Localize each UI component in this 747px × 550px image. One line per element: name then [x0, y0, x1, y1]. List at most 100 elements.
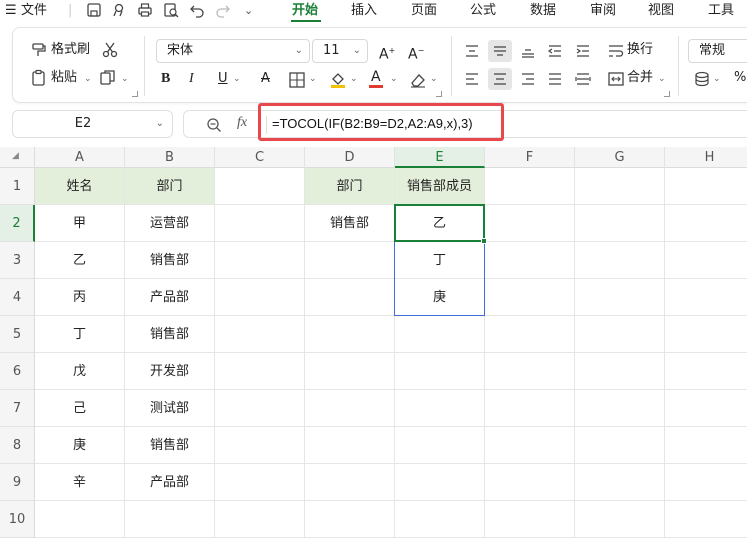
name-box[interactable]: E2 ⌄: [12, 110, 173, 138]
increase-indent-icon[interactable]: [574, 42, 592, 60]
format-painter-button[interactable]: 格式刷: [51, 39, 90, 61]
clear-format-icon[interactable]: [409, 71, 427, 89]
currency-icon[interactable]: [693, 70, 711, 88]
share-icon[interactable]: [111, 2, 127, 18]
redo-icon[interactable]: [215, 2, 231, 18]
cell-a8[interactable]: 庚: [35, 427, 125, 464]
cell-b4[interactable]: 产品部: [125, 279, 215, 316]
cell-h4[interactable]: [665, 279, 747, 316]
cell-f6[interactable]: [485, 353, 575, 390]
cell-e6[interactable]: [395, 353, 485, 390]
undo-icon[interactable]: [189, 2, 205, 18]
cell-e2[interactable]: 乙: [395, 205, 485, 242]
cell-f4[interactable]: [485, 279, 575, 316]
save-icon[interactable]: [86, 2, 102, 18]
cell-c7[interactable]: [215, 390, 305, 427]
cell-d8[interactable]: [305, 427, 395, 464]
merge-chevron-icon[interactable]: ⌄: [658, 68, 666, 90]
cell-a7[interactable]: 己: [35, 390, 125, 427]
cell-g3[interactable]: [575, 242, 665, 279]
currency-chevron-icon[interactable]: ⌄: [713, 68, 721, 90]
hamburger-icon[interactable]: ☰: [5, 1, 17, 21]
row-header-2[interactable]: 2: [0, 205, 35, 242]
align-top-icon[interactable]: [463, 42, 481, 60]
cell-c3[interactable]: [215, 242, 305, 279]
cell-g9[interactable]: [575, 464, 665, 501]
distributed-align-icon[interactable]: [574, 70, 592, 88]
copy-icon[interactable]: [99, 69, 117, 87]
row-header-6[interactable]: 6: [0, 353, 35, 390]
cell-f5[interactable]: [485, 316, 575, 353]
cell-f2[interactable]: [485, 205, 575, 242]
cell-b3[interactable]: 销售部: [125, 242, 215, 279]
row-header-8[interactable]: 8: [0, 427, 35, 464]
row-header-1[interactable]: 1: [0, 168, 35, 205]
cell-c4[interactable]: [215, 279, 305, 316]
fill-color-chevron-icon[interactable]: ⌄: [350, 68, 358, 90]
cell-g2[interactable]: [575, 205, 665, 242]
cell-c1[interactable]: [215, 168, 305, 205]
borders-chevron-icon[interactable]: ⌄: [309, 68, 317, 90]
cell-a6[interactable]: 戊: [35, 353, 125, 390]
cell-c6[interactable]: [215, 353, 305, 390]
cell-d4[interactable]: [305, 279, 395, 316]
row-header-4[interactable]: 4: [0, 279, 35, 316]
percent-button[interactable]: %: [734, 67, 746, 89]
row-header-9[interactable]: 9: [0, 464, 35, 501]
cell-b10[interactable]: [125, 501, 215, 538]
paste-dropdown-chevron-icon[interactable]: ⌄: [84, 68, 92, 90]
cell-g6[interactable]: [575, 353, 665, 390]
cell-g4[interactable]: [575, 279, 665, 316]
cell-e4[interactable]: 庚: [395, 279, 485, 316]
bold-icon[interactable]: B: [161, 68, 170, 90]
clear-format-chevron-icon[interactable]: ⌄: [430, 68, 438, 90]
file-menu[interactable]: 文件: [21, 1, 47, 21]
cell-f9[interactable]: [485, 464, 575, 501]
row-header-5[interactable]: 5: [0, 316, 35, 353]
strikethrough-icon[interactable]: A: [261, 68, 270, 90]
cell-d5[interactable]: [305, 316, 395, 353]
more-chevron-icon[interactable]: ⌄: [244, 1, 253, 21]
tab-home[interactable]: 开始: [292, 1, 318, 21]
cell-e3[interactable]: 丁: [395, 242, 485, 279]
align-right-icon[interactable]: [519, 70, 537, 88]
font-name-select[interactable]: 宋体 ⌄: [156, 39, 310, 63]
number-format-select[interactable]: 常规: [688, 39, 747, 63]
cell-c10[interactable]: [215, 501, 305, 538]
cell-d6[interactable]: [305, 353, 395, 390]
cell-d1[interactable]: 部门: [305, 168, 395, 205]
cell-g7[interactable]: [575, 390, 665, 427]
underline-icon[interactable]: U: [218, 68, 228, 90]
cell-f1[interactable]: [485, 168, 575, 205]
cell-a3[interactable]: 乙: [35, 242, 125, 279]
alignment-group-expand-icon[interactable]: [664, 91, 670, 97]
column-header-b[interactable]: B: [125, 147, 215, 168]
cell-e1[interactable]: 销售部成员: [395, 168, 485, 205]
cell-f3[interactable]: [485, 242, 575, 279]
cell-g5[interactable]: [575, 316, 665, 353]
font-group-expand-icon[interactable]: [436, 91, 442, 97]
cell-e8[interactable]: [395, 427, 485, 464]
paste-button[interactable]: 粘贴: [51, 67, 77, 89]
fx-icon[interactable]: fx: [237, 115, 247, 131]
justify-icon[interactable]: [546, 70, 564, 88]
cell-b1[interactable]: 部门: [125, 168, 215, 205]
cell-c8[interactable]: [215, 427, 305, 464]
decrease-font-icon[interactable]: A−: [408, 40, 424, 63]
cell-a5[interactable]: 丁: [35, 316, 125, 353]
cut-icon[interactable]: [101, 41, 119, 59]
column-header-e[interactable]: E: [395, 147, 485, 168]
column-header-g[interactable]: G: [575, 147, 665, 168]
cell-b8[interactable]: 销售部: [125, 427, 215, 464]
cell-e10[interactable]: [395, 501, 485, 538]
cell-f8[interactable]: [485, 427, 575, 464]
cell-a10[interactable]: [35, 501, 125, 538]
cell-h5[interactable]: [665, 316, 747, 353]
italic-icon[interactable]: I: [189, 68, 194, 90]
cell-d2[interactable]: 销售部: [305, 205, 395, 242]
font-color-chevron-icon[interactable]: ⌄: [390, 68, 398, 90]
cell-c2[interactable]: [215, 205, 305, 242]
cell-d10[interactable]: [305, 501, 395, 538]
fill-color-icon[interactable]: [329, 70, 347, 88]
cell-b7[interactable]: 测试部: [125, 390, 215, 427]
